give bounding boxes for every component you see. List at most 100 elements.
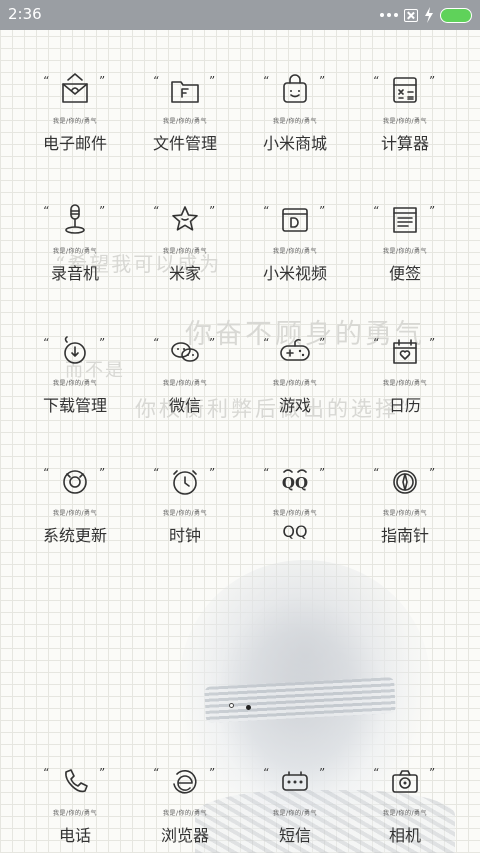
quote-mark-icon: “ [373,336,380,350]
icon-caption: 我是/你的/勇气 [272,118,318,125]
icon-caption: 我是/你的/勇气 [272,510,318,517]
icon-caption: 我是/你的/勇气 [52,118,98,125]
app-shopping-bag[interactable]: “ ” 我是/你的/勇气 小米商城 [235,60,355,180]
quote-mark-icon: ” [209,766,216,780]
app-label: 时钟 [168,526,201,545]
folder-icon [165,70,205,110]
app-label: 便签 [388,264,421,283]
wallpaper-eye [229,703,234,708]
quote-mark-icon: “ [263,466,270,480]
app-label: 计算器 [380,134,429,153]
quote-mark-icon: ” [319,466,326,480]
icon-caption: 我是/你的/勇气 [382,510,428,517]
compass-icon [385,462,425,502]
app-camera[interactable]: “ ” 我是/你的/勇气相机 [345,752,465,853]
app-download[interactable]: “ ” 我是/你的/勇气 下载管理 [15,322,135,442]
quote-mark-icon: “ [153,336,160,350]
phone-icon [55,762,95,802]
camera-icon [385,762,425,802]
quote-mark-icon: ” [429,336,436,350]
quote-mark-icon: ” [99,204,106,218]
app-label: 下载管理 [42,396,107,415]
quote-mark-icon: ” [99,336,106,350]
status-icons [380,6,472,24]
microphone-icon [55,200,95,240]
quote-mark-icon: “ [43,74,50,88]
notes-icon [385,200,425,240]
app-update[interactable]: “ ” 我是/你的/勇气 系统更新 [15,452,135,572]
quote-mark-icon: “ [153,204,160,218]
app-mail[interactable]: “ ” 我是/你的/勇气 电子邮件 [15,60,135,180]
clock-icon [165,462,205,502]
quote-mark-icon: ” [319,204,326,218]
quote-mark-icon: ” [99,766,106,780]
app-label: 米家 [168,264,201,283]
icon-caption: 我是/你的/勇气 [382,248,428,255]
app-phone[interactable]: “ ” 我是/你的/勇气 电话 [15,752,135,853]
calendar-icon [385,332,425,372]
quote-mark-icon: “ [373,466,380,480]
app-folder[interactable]: “ ” 我是/你的/勇气 文件管理 [125,60,245,180]
icon-caption: 我是/你的/勇气 [382,118,428,125]
icon-caption: 我是/你的/勇气 [272,810,318,817]
quote-mark-icon: “ [373,74,380,88]
quote-mark-icon: “ [153,766,160,780]
app-wechat[interactable]: “ ” 我是/你的/勇气微信 [125,322,245,442]
app-label: 录音机 [50,264,99,283]
app-calculator[interactable]: “ ” 我是/你的/勇气计算器 [345,60,465,180]
quote-mark-icon: “ [263,74,270,88]
app-notes[interactable]: “ ” 我是/你的/勇气便签 [345,190,465,310]
app-calendar[interactable]: “ ” 我是/你的/勇气 日历 [345,322,465,442]
app-video[interactable]: “ ” 我是/你的/勇气 小米视频 [235,190,355,310]
quote-mark-icon: ” [319,74,326,88]
mail-icon [55,70,95,110]
icon-caption: 我是/你的/勇气 [52,510,98,517]
icon-caption: 我是/你的/勇气 [162,248,208,255]
app-label: QQ [282,522,308,541]
quote-mark-icon: ” [319,336,326,350]
quote-mark-icon: ” [429,204,436,218]
quote-mark-icon: ” [99,74,106,88]
qq-icon: QQ [275,462,315,502]
app-message[interactable]: “ ” 我是/你的/勇气 短信 [235,752,355,853]
wechat-icon [165,332,205,372]
battery-icon [440,7,472,23]
icon-caption: 我是/你的/勇气 [162,118,208,125]
quote-mark-icon: “ [263,204,270,218]
app-label: 小米视频 [262,264,327,283]
icon-caption: 我是/你的/勇气 [382,380,428,387]
icon-caption: 我是/你的/勇气 [162,380,208,387]
quote-mark-icon: ” [209,336,216,350]
quote-mark-icon: “ [373,766,380,780]
quote-mark-icon: “ [373,204,380,218]
star-icon [165,200,205,240]
video-icon [275,200,315,240]
download-icon [55,332,95,372]
app-compass[interactable]: “ ” 我是/你的/勇气 指南针 [345,452,465,572]
app-browser[interactable]: “ ” 我是/你的/勇气 浏览器 [125,752,245,853]
app-gamepad[interactable]: “ ” 我是/你的/勇气 游戏 [235,322,355,442]
calculator-icon [385,70,425,110]
wallpaper-eye [246,705,251,710]
quote-mark-icon: “ [153,466,160,480]
icon-caption: 我是/你的/勇气 [162,510,208,517]
icon-caption: 我是/你的/勇气 [52,248,98,255]
app-clock[interactable]: “ ” 我是/你的/勇气时钟 [125,452,245,572]
quote-mark-icon: ” [429,766,436,780]
icon-caption: 我是/你的/勇气 [52,810,98,817]
app-label: 文件管理 [152,134,217,153]
app-microphone[interactable]: “ ” 我是/你的/勇气 录音机 [15,190,135,310]
browser-icon [165,762,205,802]
status-time: 2:36 [8,5,42,23]
app-qq[interactable]: “ QQ ” 我是/你的/勇气 QQ [235,452,355,572]
app-label: 电话 [58,826,91,845]
quote-mark-icon: ” [209,466,216,480]
message-icon [275,762,315,802]
app-label: 相机 [388,826,421,845]
app-label: 微信 [168,396,201,415]
quote-mark-icon: ” [209,204,216,218]
update-icon [55,462,95,502]
app-star[interactable]: “ ” 我是/你的/勇气米家 [125,190,245,310]
quote-mark-icon: ” [429,74,436,88]
icon-caption: 我是/你的/勇气 [382,810,428,817]
